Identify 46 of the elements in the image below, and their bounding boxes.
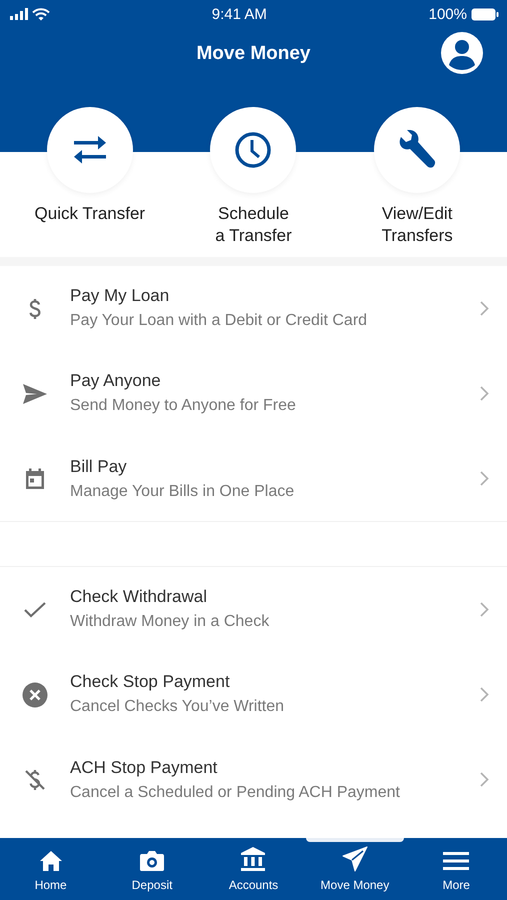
no-dollar-icon (23, 768, 47, 792)
chevron-icon (480, 471, 489, 486)
bank-icon (240, 846, 266, 872)
calendar-icon (23, 466, 47, 490)
row-title: Pay My Loan (70, 286, 170, 306)
menu-icon (443, 850, 470, 872)
row-title: Check Withdrawal (70, 587, 208, 607)
row-title: Bill Pay (70, 456, 128, 476)
chevron-icon (480, 602, 489, 616)
tab-bar-item[interactable]: More (406, 838, 507, 900)
paper-plane-icon (342, 846, 368, 872)
wifi-icon (32, 8, 50, 20)
quick-action-button[interactable]: Quick Transfer (8, 107, 172, 247)
home-icon (38, 850, 63, 872)
row-title: ACH Stop Payment (70, 758, 218, 778)
tab-bar-item[interactable]: Home (0, 838, 102, 900)
row-subtitle: Withdraw Money in a Check (70, 613, 270, 631)
cancel-icon (22, 682, 48, 708)
row-subtitle: Manage Your Bills in One Place (70, 482, 296, 500)
chevron-icon (480, 386, 489, 400)
profile-avatar-icon[interactable] (441, 32, 483, 74)
battery-icon (470, 8, 499, 20)
status-time: 9:41 AM (212, 6, 267, 22)
checkmark-icon (23, 600, 47, 618)
quick-action-button[interactable]: View/Edit Transfers (335, 107, 499, 247)
chevron-icon (480, 300, 489, 316)
screen-title: Move Money (196, 43, 311, 65)
row-title: Pay Anyone (70, 371, 162, 391)
chevron-icon (480, 772, 489, 787)
transfer-arrows-icon (72, 135, 108, 165)
row-title: Check Stop Payment (70, 672, 231, 692)
clock-icon (234, 131, 272, 169)
row-subtitle: Pay Your Loan with a Debit or Credit Card (70, 312, 368, 330)
row-subtitle: Send Money to Anyone for Free (70, 397, 297, 415)
row-subtitle: Cancel a Scheduled or Pending ACH Payment (70, 784, 401, 802)
send-icon (22, 382, 48, 404)
tab-bar-item[interactable]: Deposit (101, 838, 203, 900)
camera-icon (139, 850, 166, 872)
signal-icon (10, 8, 28, 20)
tab-bar-item[interactable]: Accounts (202, 838, 304, 900)
wrench-icon (397, 130, 438, 170)
chevron-icon (480, 686, 489, 702)
row-subtitle: Cancel Checks You’ve Written (70, 698, 286, 716)
quick-action-button[interactable]: Schedule a Transfer (172, 107, 336, 247)
tab-bar-item[interactable]: Move Money (304, 838, 406, 900)
battery-percent: 100% (428, 6, 467, 22)
